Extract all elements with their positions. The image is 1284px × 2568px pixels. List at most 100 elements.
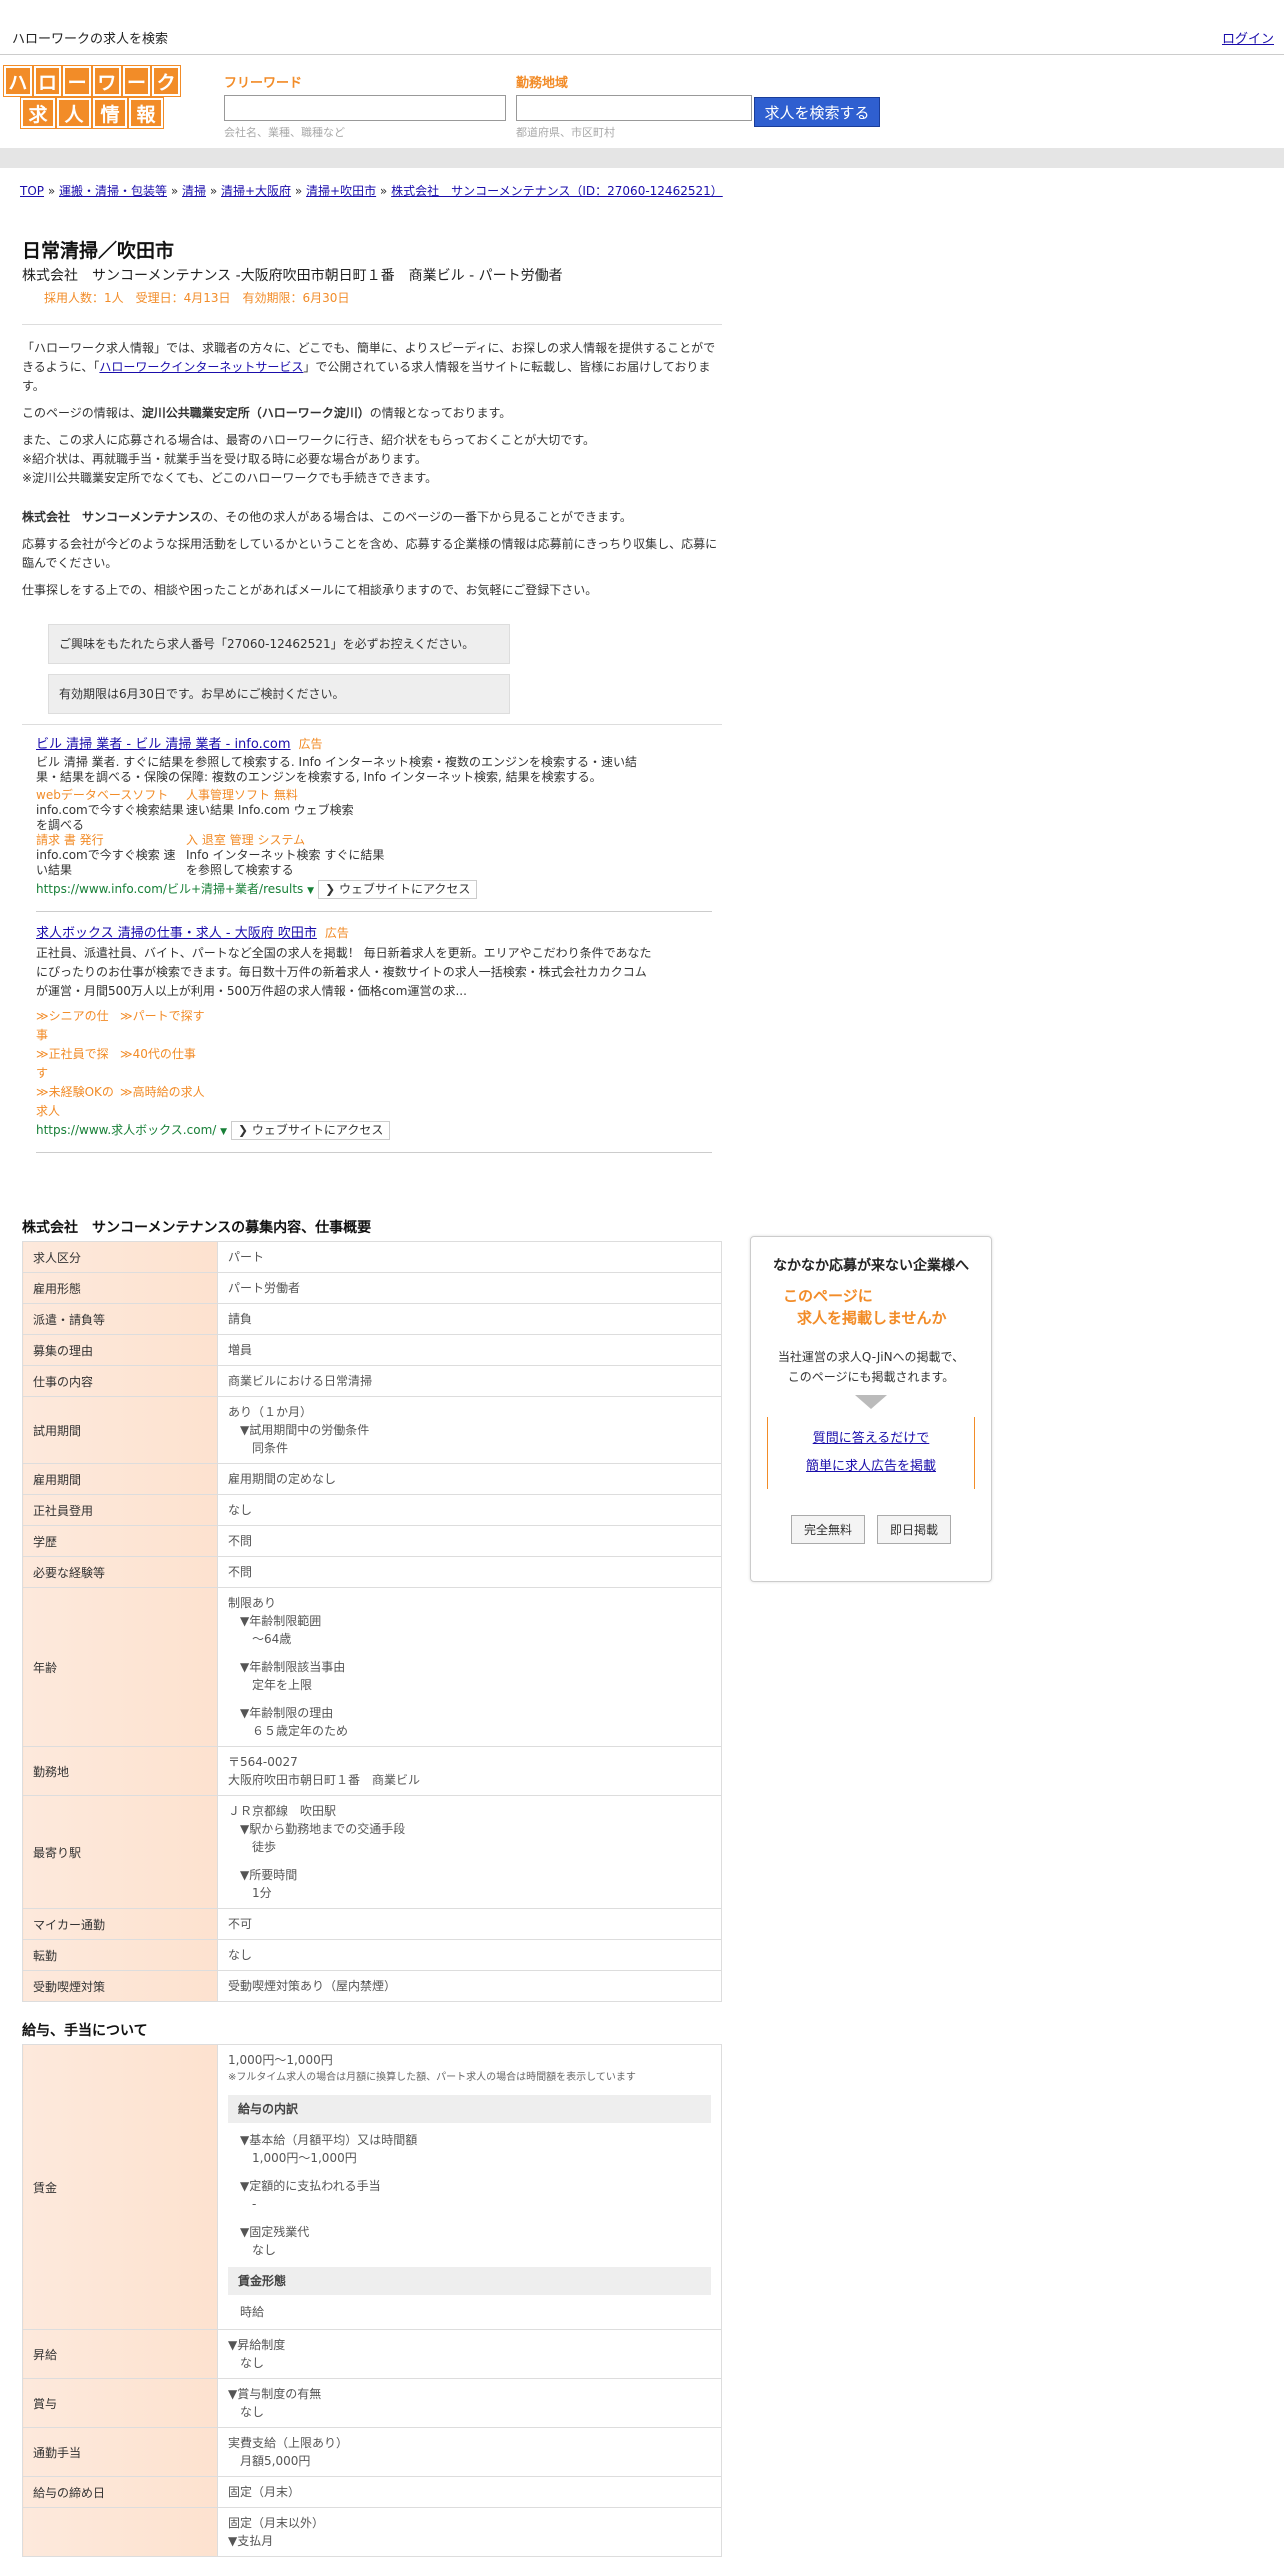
ad-sitelink[interactable]: webデータベースソフト info.comで今すぐ検索結果を調べる — [36, 788, 186, 833]
hellowork-internet-link[interactable]: ハローワークインターネットサービス — [99, 360, 303, 374]
breadcrumb-link[interactable]: 運搬・清掃・包装等 — [59, 184, 167, 198]
table-row: 雇用期間 雇用期間の定めなし — [22, 1463, 722, 1495]
table-row: 年齢 制限あり ▼年齢制限範囲 〜64歳 ▼年齢制限該当事由 定年を上限 ▼年齢制限の理由 ６… — [22, 1587, 722, 1747]
row-value: ▼昇給制度 なし — [217, 2329, 722, 2379]
breadcrumb-link[interactable]: TOP — [20, 184, 44, 198]
job-title: 日常清掃／吹田市 — [22, 240, 175, 262]
row-value: ＪＲ京都線 吹田駅 ▼駅から勤務地までの交通手段 徒歩 ▼所要時間 1分 — [217, 1795, 722, 1909]
logo-char: 求 — [21, 98, 55, 128]
ad-info-com: ビル 清掃 業者 - ビル 清掃 業者 - info.com 広告 ビル 清掃 業… — [36, 737, 716, 899]
breadcrumb-link[interactable]: 清掃+吹田市 — [306, 184, 376, 198]
table-row: 派遣・請負等 請負 — [22, 1303, 722, 1335]
breadcrumb: TOP » 運搬・清掃・包装等 » 清掃 » 清掃+大阪府 » 清掃+吹田市 »… — [20, 182, 723, 199]
same-day-button[interactable]: 即日掲載 — [877, 1515, 952, 1544]
ad-sitelink[interactable]: ≫40代の仕事 — [120, 1045, 270, 1083]
ad-url[interactable]: https://www.info.com/ビル+清掃+業者/results — [36, 882, 303, 896]
row-value: 固定（月末以外） ▼支払月 — [217, 2507, 722, 2557]
ad-sitelink[interactable]: ≫正社員で探す — [36, 1045, 120, 1083]
salary-section-title: 給与、手当について — [22, 2023, 148, 2039]
ad-url[interactable]: https://www.求人ボックス.com/ — [36, 1123, 216, 1137]
ad-sitelink[interactable]: 人事管理ソフト 無料 速い結果 Info.com ウェブ検索 — [186, 788, 386, 833]
ad-title-link[interactable]: 求人ボックス 清掃の仕事・求人 - 大阪府 吹田市 — [36, 926, 317, 941]
intro-paragraph-4: 株式会社 サンコーメンテナンスの、その他の求人がある場合は、このページの一番下か… — [22, 510, 632, 524]
row-label: 通勤手当 — [22, 2427, 218, 2477]
table-row: 必要な経験等 不問 — [22, 1556, 722, 1588]
row-label: 年齢 — [22, 1587, 218, 1747]
breadcrumb-separator: » — [206, 184, 221, 198]
main-content: 日常清掃／吹田市 株式会社 サンコーメンテナンス -大阪府吹田市朝日町１番 商業… — [22, 230, 722, 2557]
site-title: ハローワークの求人を検索 — [12, 32, 169, 47]
ad-sitelink[interactable]: ≫高時給の求人 — [120, 1083, 270, 1121]
arrow-down-icon — [855, 1395, 887, 1409]
caret-down-icon[interactable]: ▼ — [307, 886, 314, 896]
sidebox-link-question[interactable]: 質問に答えるだけで — [813, 1431, 930, 1446]
ad-sitelink[interactable]: ≫未経験OKの求人 — [36, 1083, 120, 1121]
breadcrumb-link[interactable]: 株式会社 サンコーメンテナンス（ID：27060-12462521） — [391, 184, 723, 198]
divider — [22, 324, 722, 325]
intro-paragraph-2: このページの情報は、淀川公共職業安定所（ハローワーク淀川）の情報となっております… — [22, 406, 512, 420]
row-value: 〒564-0027 大阪府吹田市朝日町１番 商業ビル — [217, 1746, 722, 1796]
row-label: 給与の締め日 — [22, 2476, 218, 2508]
row-value: 商業ビルにおける日常清掃 — [217, 1365, 722, 1397]
row-value: 不問 — [217, 1556, 722, 1588]
ad-title-link[interactable]: ビル 清掃 業者 - ビル 清掃 業者 - info.com — [36, 737, 291, 752]
ad-sitelink[interactable]: 請求 書 発行 info.comで今すぐ検索 速い結果 — [36, 833, 186, 878]
table-row: 仕事の内容 商業ビルにおける日常清掃 — [22, 1365, 722, 1397]
intro-paragraph-3: また、この求人に応募される場合は、最寄のハローワークに行き、紹介状をもらっておく… — [22, 433, 596, 485]
row-label: 賃金 — [22, 2044, 218, 2330]
logo-char: 人 — [57, 98, 91, 128]
row-value: ▼賞与制度の有無 なし — [217, 2378, 722, 2428]
table-row: 通勤手当 実費支給（上限あり） 月額5,000円 — [22, 2427, 722, 2477]
freeword-label: フリーワード — [224, 76, 303, 91]
row-label: 学歴 — [22, 1525, 218, 1557]
row-value: パート労働者 — [217, 1272, 722, 1304]
ad-sitelink[interactable]: ≫パートで探す — [120, 1007, 270, 1045]
logo-char: ー — [63, 66, 91, 96]
table-row: 募集の理由 増員 — [22, 1334, 722, 1366]
job-number-notice: ご興味をもたれたら求人番号「27060-12462521」を必ずお控えください。 — [48, 624, 510, 664]
intro-paragraph-5: 応募する会社が今どのような採用活動をしているかということを含め、応募する企業様の… — [22, 537, 718, 570]
visit-website-button[interactable]: ❯ ウェブサイトにアクセス — [231, 1121, 391, 1140]
table-row: 昇給 ▼昇給制度 なし — [22, 2329, 722, 2379]
visit-website-button[interactable]: ❯ ウェブサイトにアクセス — [318, 880, 478, 899]
ad-badge: 広告 — [324, 926, 349, 940]
breadcrumb-separator: » — [291, 184, 307, 198]
row-label: 雇用形態 — [22, 1272, 218, 1304]
ad-sitelink[interactable]: ≫シニアの仕事 — [36, 1007, 120, 1045]
breadcrumb-link[interactable]: 清掃 — [182, 184, 206, 198]
recruit-meta: 採用人数：1人 受理日：4月13日 有効期限：6月30日 — [44, 291, 350, 305]
top-bar: ハローワークの求人を検索 ログイン — [0, 0, 1284, 55]
area-input[interactable] — [516, 95, 752, 121]
ad-sitelink[interactable]: 入 退室 管理 システム Info インターネット検索 すぐに結果を参照して検索す… — [186, 833, 386, 878]
row-label: 受動喫煙対策 — [22, 1970, 218, 2002]
table-row: 雇用形態 パート労働者 — [22, 1272, 722, 1304]
table-row: 固定（月末以外） ▼支払月 — [22, 2507, 722, 2557]
search-button[interactable]: 求人を検索する — [754, 97, 880, 127]
table-row: 給与の締め日 固定（月末） — [22, 2476, 722, 2508]
breadcrumb-separator: » — [376, 184, 392, 198]
login-link[interactable]: ログイン — [1222, 28, 1274, 47]
row-value: 請負 — [217, 1303, 722, 1335]
row-value: あり（１か月） ▼試用期間中の労働条件 同条件 — [217, 1396, 722, 1464]
row-value: 実費支給（上限あり） 月額5,000円 — [217, 2427, 722, 2477]
logo[interactable]: ハローワーク 求人情報 — [3, 66, 181, 128]
divider — [22, 724, 722, 725]
freeword-input[interactable] — [224, 95, 506, 121]
caret-down-icon[interactable]: ▼ — [220, 1127, 227, 1137]
table-row: 求人区分 パート — [22, 1241, 722, 1273]
table-row: 賞与 ▼賞与制度の有無 なし — [22, 2378, 722, 2428]
ad-badge: 広告 — [298, 737, 323, 751]
intro-paragraph-1: 「ハローワーク求人情報」では、求職者の方々に、どこでも、簡単に、よりスピーディに… — [22, 341, 716, 393]
row-label: 最寄り駅 — [22, 1795, 218, 1909]
row-label: 派遣・請負等 — [22, 1303, 218, 1335]
logo-char: ロ — [33, 66, 62, 96]
row-label: 募集の理由 — [22, 1334, 218, 1366]
row-value: なし — [217, 1494, 722, 1526]
breadcrumb-separator: » — [44, 184, 59, 198]
free-button[interactable]: 完全無料 — [790, 1515, 865, 1544]
row-label: 勤務地 — [22, 1746, 218, 1796]
sidebox-link-post[interactable]: 簡単に求人広告を掲載 — [806, 1459, 936, 1474]
breadcrumb-link[interactable]: 清掃+大阪府 — [221, 184, 291, 198]
row-label: 昇給 — [22, 2329, 218, 2379]
wage-form-head: 賃金形態 — [228, 2267, 711, 2295]
